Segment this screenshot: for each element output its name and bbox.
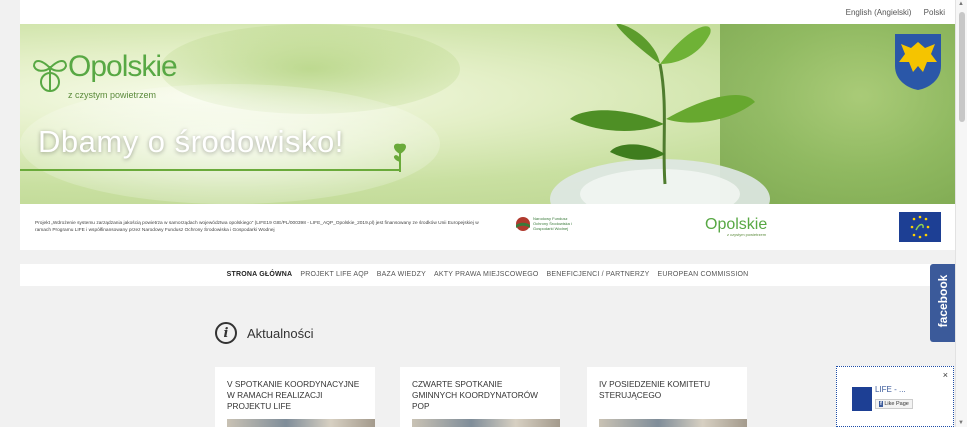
facebook-f-icon: f xyxy=(879,401,883,407)
news-card-image[interactable] xyxy=(599,419,747,427)
nfos-logo[interactable]: Narodowy Fundusz Ochrony Środowiska i Go… xyxy=(515,216,572,237)
facebook-tab[interactable]: facebook xyxy=(930,264,955,342)
slogan-leaf-icon xyxy=(393,143,406,172)
brand-name: Opolskie xyxy=(68,50,178,83)
scrollbar[interactable]: ▲ ▼ xyxy=(955,0,967,427)
news-card-title[interactable]: V SPOTKANIE KOORDYNACYJNE W RAMACH REALI… xyxy=(227,379,363,412)
brand-tagline: z czystym powietrzem xyxy=(68,90,157,100)
news-card-image[interactable] xyxy=(412,419,560,427)
lang-english-link[interactable]: English (Angielski) xyxy=(846,8,912,17)
news-section-heading: i Aktualności xyxy=(215,320,313,346)
nav-item-local-law[interactable]: AKTY PRAWA MIEJSCOWEGO xyxy=(434,271,539,278)
facebook-page-name[interactable]: LIFE - ... xyxy=(875,385,906,394)
scroll-down-icon[interactable]: ▼ xyxy=(958,420,964,426)
partner-brand: Opolskie xyxy=(705,216,768,233)
lang-polish-link[interactable]: Polski xyxy=(924,8,945,17)
nfos-label: Narodowy Fundusz Ochrony Środowiska i Go… xyxy=(533,216,572,231)
funding-strip: Projekt „Wdrożenie systemu zarządzania j… xyxy=(20,204,955,250)
hero-slogan: Dbamy o środowisko! xyxy=(38,124,344,159)
language-bar: English (Angielski) Polski xyxy=(20,0,955,24)
eu-life-logo-icon[interactable] xyxy=(899,212,941,242)
nav-item-beneficiaries[interactable]: BENEFICJENCI / PARTNERZY xyxy=(547,271,650,278)
news-card[interactable]: CZWARTE SPOTKANIE GMINNYCH KOORDYNATORÓW… xyxy=(400,367,560,427)
scroll-up-icon[interactable]: ▲ xyxy=(958,1,964,7)
nav-item-home[interactable]: STRONA GŁÓWNA xyxy=(227,271,293,278)
news-heading-text: Aktualności xyxy=(247,325,314,341)
facebook-like-label: Like Page xyxy=(884,401,909,407)
slogan-underline xyxy=(20,169,400,171)
main-navigation: STRONA GŁÓWNA PROJEKT LIFE AQP BAZA WIED… xyxy=(20,264,955,286)
nav-item-knowledge-base[interactable]: BAZA WIEDZY xyxy=(377,271,426,278)
plant-illustration xyxy=(550,24,770,204)
funding-text: Projekt „Wdrożenie systemu zarządzania j… xyxy=(35,221,479,233)
facebook-widget: × LIFE - ... f Like Page xyxy=(836,366,954,427)
news-card[interactable]: V SPOTKANIE KOORDYNACYJNE W RAMACH REALI… xyxy=(215,367,375,427)
facebook-page-thumbnail[interactable] xyxy=(852,387,872,411)
facebook-like-button[interactable]: f Like Page xyxy=(875,399,913,409)
partner-tagline: z czystym powietrzem xyxy=(727,232,767,237)
news-card-title[interactable]: IV POSIEDZENIE KOMITETU STERUJĄCEGO xyxy=(599,379,735,401)
close-icon[interactable]: × xyxy=(943,370,948,380)
nav-item-european-commission[interactable]: EUROPEAN COMMISSION xyxy=(657,271,748,278)
page: English (Angielski) Polski Opolskie z cz… xyxy=(0,0,967,427)
nav-item-life-aqp[interactable]: PROJEKT LIFE AQP xyxy=(300,271,368,278)
info-icon: i xyxy=(215,322,237,344)
opolskie-logo[interactable]: Opolskie z czystym powietrzem xyxy=(32,46,182,116)
facebook-tab-label: facebook xyxy=(936,274,950,328)
partner-logo[interactable]: Opolskie z czystym powietrzem xyxy=(705,216,767,237)
news-card-image[interactable] xyxy=(227,419,375,427)
nfos-globe-icon xyxy=(516,217,530,231)
leaf-logo-icon xyxy=(32,60,68,92)
scrollbar-thumb[interactable] xyxy=(959,12,965,122)
hero-banner: Opolskie z czystym powietrzem Dbamy o śr… xyxy=(20,24,955,204)
news-card[interactable]: IV POSIEDZENIE KOMITETU STERUJĄCEGO xyxy=(587,367,747,427)
opolskie-crest-icon xyxy=(895,34,941,90)
news-card-title[interactable]: CZWARTE SPOTKANIE GMINNYCH KOORDYNATORÓW… xyxy=(412,379,548,412)
